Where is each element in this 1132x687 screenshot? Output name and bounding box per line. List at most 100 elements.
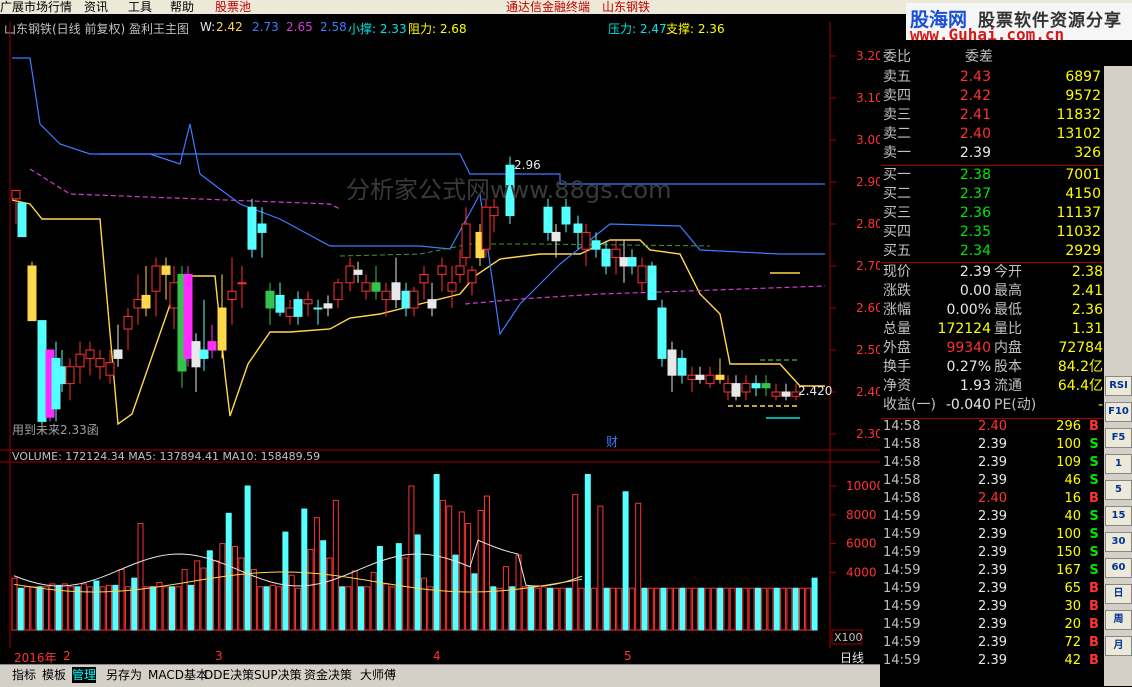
order-book-row[interactable]: 买四 2.35 11032 bbox=[881, 223, 1101, 242]
volume-bar bbox=[80, 583, 87, 631]
finance-marker[interactable]: 财 bbox=[606, 435, 618, 449]
order-book-row[interactable]: 卖三 2.41 11832 bbox=[881, 106, 1101, 125]
order-book-row[interactable]: 卖四 2.42 9572 bbox=[881, 87, 1101, 106]
price-tick-label: 3.10 bbox=[856, 91, 880, 105]
order-book-row[interactable]: 买五 2.34 2929 bbox=[881, 242, 1101, 261]
volume-bar bbox=[502, 566, 509, 631]
order-book-row[interactable]: 买一 2.38 7001 bbox=[881, 166, 1101, 185]
menu-stock-pool[interactable]: 股票池 bbox=[215, 0, 251, 14]
volume-bar bbox=[572, 494, 579, 631]
side-tab-4[interactable]: 5 bbox=[1105, 480, 1132, 500]
volume-bar bbox=[414, 534, 421, 631]
side-tab-bar: RSI F10 F5 1 5 15 30 60 日周月 bbox=[1104, 66, 1132, 686]
side-tab-1[interactable]: F10 bbox=[1105, 402, 1132, 422]
tick-row: 14:59 2.39 72 B bbox=[881, 634, 1103, 652]
order-price: 2.36 bbox=[959, 205, 991, 221]
menu-tools[interactable]: 工具 bbox=[128, 0, 152, 14]
tick-time: 14:58 bbox=[883, 491, 921, 506]
volume-bar bbox=[156, 581, 163, 631]
volume-bar bbox=[276, 586, 283, 631]
volume-bar bbox=[232, 545, 238, 631]
volume-bar bbox=[528, 586, 535, 631]
side-tab-8[interactable]: 日 bbox=[1105, 584, 1132, 604]
order-book-row[interactable]: 卖一 2.39 326 bbox=[881, 144, 1101, 163]
order-book-row[interactable]: 买二 2.37 4150 bbox=[881, 185, 1101, 204]
menu-news[interactable]: 资讯 bbox=[84, 0, 108, 14]
side-tab-6[interactable]: 30 bbox=[1105, 532, 1132, 552]
volume-tick-label: 10000 bbox=[846, 479, 880, 493]
tab-indicator[interactable]: 指标 bbox=[12, 667, 36, 683]
candle-body bbox=[391, 282, 401, 301]
order-book-row[interactable]: 卖五 2.43 6897 bbox=[881, 68, 1101, 87]
tick-row: 14:58 2.40 296 B bbox=[881, 418, 1103, 436]
candle-body bbox=[85, 349, 95, 359]
order-book-row[interactable]: 卖二 2.40 13102 bbox=[881, 125, 1101, 144]
volume-bar bbox=[647, 587, 654, 631]
order-price: 2.41 bbox=[959, 107, 991, 123]
tab-fund[interactable]: 资金决策 bbox=[304, 667, 352, 683]
side-tab-3[interactable]: 1 bbox=[1105, 454, 1132, 474]
volume-bar bbox=[704, 587, 711, 631]
volume-bar bbox=[332, 499, 339, 631]
side-tab-2[interactable]: F5 bbox=[1105, 428, 1132, 448]
side-tab-10[interactable]: 月 bbox=[1105, 636, 1132, 656]
tab-dde[interactable]: DDE决策 bbox=[204, 667, 254, 683]
tick-row: 14:59 2.39 20 B bbox=[881, 616, 1103, 634]
volume-bar bbox=[641, 587, 648, 631]
side-tab-9[interactable]: 周 bbox=[1105, 610, 1132, 630]
tick-volume: 100 bbox=[1056, 437, 1081, 452]
volume-bar bbox=[402, 557, 409, 631]
volume-bar bbox=[295, 587, 301, 631]
stat-value: 72784 bbox=[1058, 340, 1103, 356]
tab-template[interactable]: 模板 bbox=[42, 667, 66, 683]
volume-bar bbox=[452, 554, 459, 631]
tick-row: 14:59 2.39 40 S bbox=[881, 508, 1103, 526]
volume-bar bbox=[43, 586, 49, 631]
volume-bar bbox=[673, 587, 679, 631]
candle-body bbox=[573, 223, 583, 233]
stat-value: 2.41 bbox=[1071, 283, 1103, 299]
tick-side: S bbox=[1089, 473, 1099, 488]
tick-time: 14:59 bbox=[883, 653, 921, 668]
side-tab-5[interactable]: 15 bbox=[1105, 506, 1132, 526]
order-book-row[interactable]: 买三 2.36 11137 bbox=[881, 204, 1101, 223]
volume-bar bbox=[610, 587, 616, 631]
candle-body bbox=[257, 223, 267, 233]
candle-body bbox=[481, 206, 491, 250]
side-tab-0[interactable]: RSI bbox=[1105, 376, 1132, 396]
tab-sup[interactable]: SUP决策 bbox=[254, 667, 302, 683]
tab-save-as[interactable]: 另存为 bbox=[106, 667, 142, 683]
volume-bar bbox=[49, 583, 56, 631]
kline-chart[interactable]: 3.20 3.10 3.00 2.90 2.80 2.70 2.60 2.50 2.40 2.30… bbox=[0, 14, 880, 648]
quote-panel: 委比 委差 卖五 2.43 6897 卖四 2.42 9572 卖三 2.41 11832 卖二 2.… bbox=[881, 40, 1132, 686]
menu-market[interactable]: 广展市场行情 bbox=[0, 0, 72, 14]
stat-label: 股本 bbox=[994, 359, 1022, 375]
volume-bar bbox=[742, 587, 749, 631]
menu-help[interactable]: 帮助 bbox=[170, 0, 194, 14]
volume-bar bbox=[547, 587, 553, 631]
volume-bar bbox=[351, 570, 358, 631]
price-tick-label: 2.70 bbox=[856, 259, 880, 273]
stat-value: 2.36 bbox=[1071, 302, 1103, 318]
candle-body bbox=[161, 265, 171, 275]
price-tick-label: 2.80 bbox=[856, 217, 880, 231]
stat-row: 换手 0.27% 股本 84.2亿 bbox=[881, 358, 1103, 377]
volume-bar bbox=[427, 586, 434, 631]
tick-price: 2.40 bbox=[978, 491, 1007, 506]
indicator-lines bbox=[11, 57, 826, 426]
order-level-label: 买一 bbox=[883, 167, 911, 183]
side-tab-7[interactable]: 60 bbox=[1105, 558, 1132, 578]
tick-row: 14:59 2.39 167 S bbox=[881, 562, 1103, 580]
tab-macd[interactable]: MACD基本 bbox=[148, 667, 208, 683]
tab-manage[interactable]: 管理 bbox=[72, 667, 97, 683]
volume-bar bbox=[710, 587, 717, 631]
tick-volume: 30 bbox=[1064, 599, 1081, 614]
order-level-label: 卖一 bbox=[883, 145, 911, 161]
volume-bar bbox=[635, 502, 642, 631]
tick-side: S bbox=[1089, 545, 1099, 560]
candle-body bbox=[591, 240, 601, 250]
tab-master[interactable]: 大师傅 bbox=[360, 667, 396, 683]
tick-price: 2.39 bbox=[978, 509, 1007, 524]
order-price: 2.34 bbox=[959, 243, 991, 259]
tick-price: 2.39 bbox=[978, 635, 1007, 650]
